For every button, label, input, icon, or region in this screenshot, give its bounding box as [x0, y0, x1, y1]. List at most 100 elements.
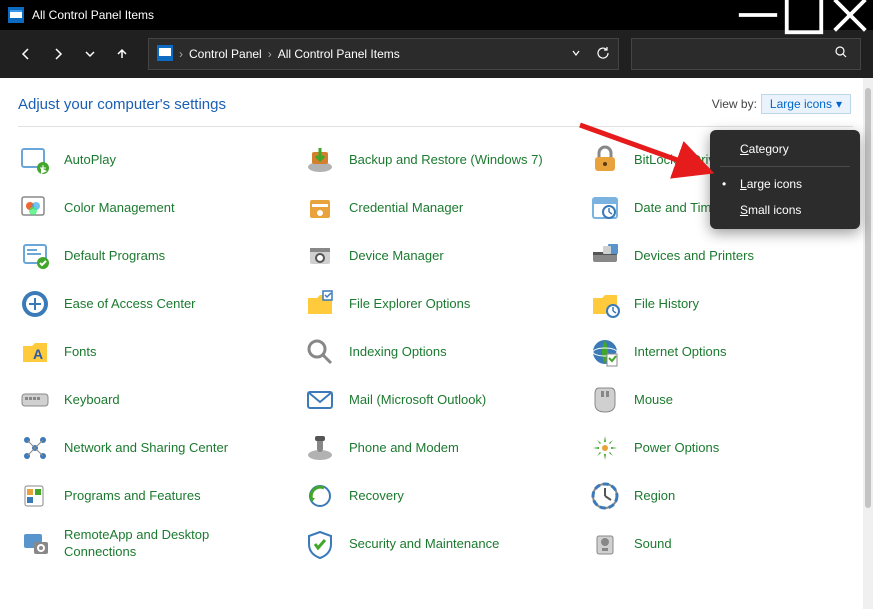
item-icon — [588, 383, 622, 417]
item-icon — [303, 383, 337, 417]
control-panel-item[interactable]: Phone and Modem — [303, 431, 568, 465]
item-label: Indexing Options — [349, 344, 447, 361]
refresh-button[interactable] — [596, 46, 610, 63]
control-panel-item[interactable]: Mail (Microsoft Outlook) — [303, 383, 568, 417]
item-label: Date and Time — [634, 200, 719, 217]
control-panel-item[interactable]: File History — [588, 287, 853, 321]
item-icon — [588, 479, 622, 513]
item-label: Device Manager — [349, 248, 444, 265]
item-icon — [303, 287, 337, 321]
control-panel-item[interactable]: File Explorer Options — [303, 287, 568, 321]
item-label: Internet Options — [634, 344, 727, 361]
control-panel-item[interactable]: Security and Maintenance — [303, 527, 568, 561]
item-label: Mouse — [634, 392, 673, 409]
control-panel-item[interactable]: Devices and Printers — [588, 239, 853, 273]
chevron-down-icon: ▾ — [836, 97, 842, 111]
address-icon — [157, 45, 173, 64]
item-icon — [18, 191, 52, 225]
item-icon — [18, 527, 52, 561]
control-panel-item[interactable]: Programs and Features — [18, 479, 283, 513]
control-panel-item[interactable]: A Fonts — [18, 335, 283, 369]
menu-separator — [720, 166, 850, 167]
item-icon — [303, 527, 337, 561]
page-heading: Adjust your computer's settings — [18, 96, 712, 113]
control-panel-item[interactable]: Default Programs — [18, 239, 283, 273]
item-label: File History — [634, 296, 699, 313]
item-icon — [303, 431, 337, 465]
item-label: Network and Sharing Center — [64, 440, 228, 457]
item-label: Mail (Microsoft Outlook) — [349, 392, 486, 409]
item-label: Color Management — [64, 200, 175, 217]
item-label: RemoteApp and Desktop Connections — [64, 527, 283, 561]
item-icon — [588, 191, 622, 225]
control-panel-item[interactable]: Sound — [588, 527, 853, 561]
recent-dropdown-button[interactable] — [76, 40, 104, 68]
item-icon — [303, 143, 337, 177]
item-label: Security and Maintenance — [349, 536, 499, 553]
address-bar[interactable]: › Control Panel › All Control Panel Item… — [148, 38, 619, 70]
item-icon — [18, 383, 52, 417]
svg-text:A: A — [33, 346, 43, 362]
vertical-scrollbar[interactable] — [863, 78, 873, 609]
app-icon — [8, 7, 24, 23]
item-label: AutoPlay — [64, 152, 116, 169]
item-label: Default Programs — [64, 248, 165, 265]
breadcrumb-root[interactable]: Control Panel — [189, 47, 262, 61]
control-panel-item[interactable]: Network and Sharing Center — [18, 431, 283, 465]
item-icon — [18, 479, 52, 513]
viewby-label: View by: — [712, 97, 757, 111]
up-button[interactable] — [108, 40, 136, 68]
menu-item-category[interactable]: Category — [710, 136, 860, 162]
item-icon — [588, 143, 622, 177]
item-icon — [303, 335, 337, 369]
item-icon — [588, 431, 622, 465]
control-panel-item[interactable]: Keyboard — [18, 383, 283, 417]
window-title: All Control Panel Items — [32, 8, 735, 22]
item-label: Backup and Restore (Windows 7) — [349, 152, 543, 169]
forward-button[interactable] — [44, 40, 72, 68]
divider — [18, 126, 853, 127]
control-panel-item[interactable]: AutoPlay — [18, 143, 283, 177]
menu-item-large-icons[interactable]: Large icons — [710, 171, 860, 197]
item-label: Programs and Features — [64, 488, 201, 505]
control-panel-item[interactable]: Backup and Restore (Windows 7) — [303, 143, 568, 177]
control-panel-item[interactable]: Region — [588, 479, 853, 513]
back-button[interactable] — [12, 40, 40, 68]
search-input[interactable] — [631, 38, 861, 70]
breadcrumb-current[interactable]: All Control Panel Items — [278, 47, 400, 61]
minimize-button[interactable] — [735, 0, 781, 30]
control-panel-item[interactable]: Internet Options — [588, 335, 853, 369]
viewby-menu: Category Large icons Small icons — [710, 130, 860, 229]
item-label: Ease of Access Center — [64, 296, 196, 313]
item-icon — [18, 287, 52, 321]
menu-item-small-icons[interactable]: Small icons — [710, 197, 860, 223]
item-label: Keyboard — [64, 392, 120, 409]
control-panel-item[interactable]: Credential Manager — [303, 191, 568, 225]
viewby-dropdown[interactable]: Large icons ▾ — [761, 94, 851, 114]
item-icon — [18, 431, 52, 465]
item-label: Devices and Printers — [634, 248, 754, 265]
address-dropdown-icon[interactable] — [570, 47, 582, 62]
control-panel-item[interactable]: Recovery — [303, 479, 568, 513]
item-icon — [303, 239, 337, 273]
item-icon — [18, 143, 52, 177]
item-icon — [588, 335, 622, 369]
item-label: Credential Manager — [349, 200, 463, 217]
control-panel-item[interactable]: Color Management — [18, 191, 283, 225]
item-label: Region — [634, 488, 675, 505]
control-panel-item[interactable]: Indexing Options — [303, 335, 568, 369]
item-label: Fonts — [64, 344, 97, 361]
viewby-value: Large icons — [770, 97, 832, 111]
maximize-button[interactable] — [781, 0, 827, 30]
search-icon — [834, 45, 848, 64]
control-panel-item[interactable]: Device Manager — [303, 239, 568, 273]
item-icon — [18, 239, 52, 273]
item-label: Sound — [634, 536, 672, 553]
scrollbar-thumb[interactable] — [865, 88, 871, 508]
control-panel-item[interactable]: RemoteApp and Desktop Connections — [18, 527, 283, 561]
control-panel-item[interactable]: Ease of Access Center — [18, 287, 283, 321]
control-panel-item[interactable]: Mouse — [588, 383, 853, 417]
control-panel-item[interactable]: Power Options — [588, 431, 853, 465]
close-button[interactable] — [827, 0, 873, 30]
toolbar: › Control Panel › All Control Panel Item… — [0, 30, 873, 78]
